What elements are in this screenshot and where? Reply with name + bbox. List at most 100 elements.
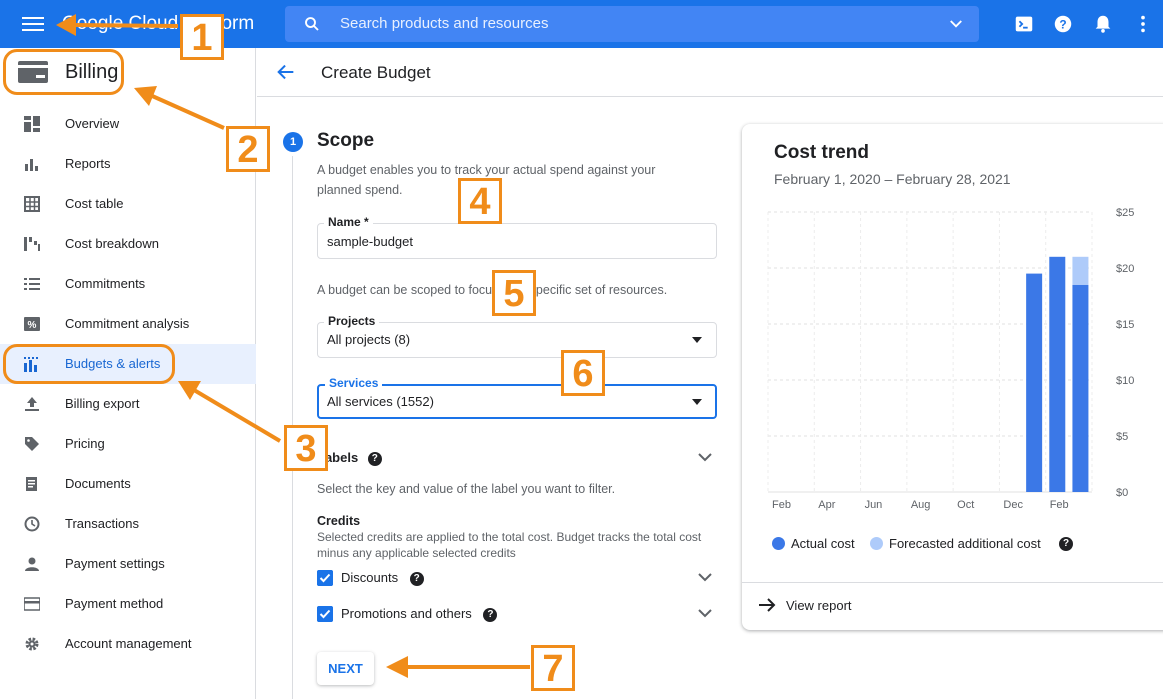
annotation-callout-3: 3 (284, 425, 328, 471)
promotions-row: Promotions and others ? (341, 606, 498, 622)
sidebar-item-cost-breakdown[interactable]: Cost breakdown (0, 224, 256, 264)
sidebar-item-label: Documents (65, 476, 131, 491)
sidebar-item-cost-table[interactable]: Cost table (0, 184, 256, 224)
back-arrow-icon[interactable] (275, 61, 297, 83)
search-icon (305, 17, 319, 31)
sidebar-item-label: Commitments (65, 276, 146, 291)
chart-y-tick-label: $10 (1116, 375, 1134, 387)
chart-bar-forecast (1072, 256, 1089, 285)
help-icon[interactable]: ? (409, 571, 424, 586)
sidebar-item-label: Overview (65, 116, 120, 131)
next-button[interactable]: NEXT (317, 652, 374, 685)
chevron-down-icon[interactable] (698, 450, 712, 464)
name-field-value: sample-budget (327, 234, 413, 249)
chart-x-tick-label: Aug (911, 499, 931, 511)
upload-icon (25, 397, 39, 411)
projects-select-value: All projects (8) (327, 332, 411, 347)
projects-select-label: Projects (324, 314, 380, 328)
menu-icon[interactable] (22, 14, 44, 34)
search-input[interactable]: Search products and resources (285, 6, 979, 42)
step-badge: 1 (283, 132, 303, 152)
help-icon[interactable]: ? (367, 451, 382, 466)
waterfall-icon (24, 237, 40, 251)
sidebar-item-label: Commitment analysis (65, 316, 190, 331)
sidebar-item-label: Cost table (65, 196, 124, 211)
svg-text:%: % (28, 320, 37, 331)
app-title[interactable]: Google Cloud Platform (62, 13, 254, 35)
sidebar-item-label: Cost breakdown (65, 236, 159, 251)
legend-actual-label: Actual cost (791, 536, 855, 551)
help-icon[interactable]: ? (483, 607, 498, 622)
sidebar-item-label: Payment settings (65, 556, 165, 571)
sidebar-item-commitment-analysis[interactable]: % Commitment analysis (0, 304, 256, 344)
sidebar-item-reports[interactable]: Reports (0, 144, 256, 184)
sidebar-item-label: Pricing (65, 436, 105, 451)
svg-text:?: ? (1059, 18, 1066, 32)
chart-y-tick-label: $0 (1116, 487, 1128, 499)
credits-description: Selected credits are applied to the tota… (317, 529, 701, 561)
projects-select[interactable]: Projects All projects (8) (317, 314, 717, 358)
name-field-label: Name * (324, 215, 373, 229)
discounts-label: Discounts (341, 570, 399, 585)
screenshot-root: Google Cloud Platform Search products an… (0, 0, 1163, 699)
annotation-ring-billing (3, 49, 124, 95)
annotation-callout-4: 4 (458, 178, 502, 224)
annotation-ring-budgets (3, 344, 175, 384)
sidebar-item-documents[interactable]: Documents (0, 464, 256, 504)
sidebar-item-label: Payment method (65, 596, 164, 611)
sidebar-item-billing-export[interactable]: Billing export (0, 384, 256, 424)
chevron-down-icon[interactable] (698, 570, 712, 584)
chart-bar-actual (1026, 273, 1043, 492)
more-vert-icon[interactable] (1132, 13, 1154, 35)
terminal-icon[interactable] (1013, 13, 1035, 35)
page-header: Create Budget (257, 48, 1163, 97)
services-select-value: All services (1552) (327, 394, 434, 409)
annotation-callout-1: 1 (180, 14, 224, 60)
sidebar-item-transactions[interactable]: Transactions (0, 504, 256, 544)
legend-actual-swatch (772, 537, 785, 550)
chart-y-tick-label: $15 (1116, 319, 1134, 331)
sidebar-item-account-management[interactable]: Account management (0, 624, 256, 664)
sidebar-item-pricing[interactable]: Pricing (0, 424, 256, 464)
chevron-down-icon[interactable] (698, 606, 712, 620)
sidebar-item-payment-settings[interactable]: Payment settings (0, 544, 256, 584)
gear-icon (25, 637, 39, 651)
services-select[interactable]: Services All services (1552) (317, 376, 717, 419)
chart-y-tick-label: $20 (1116, 263, 1134, 275)
discounts-checkbox[interactable] (317, 570, 333, 586)
person-icon (25, 557, 39, 571)
tag-icon (25, 437, 39, 451)
sidebar-item-commitments[interactable]: Commitments (0, 264, 256, 304)
chart-x-tick-label: Jun (865, 499, 883, 511)
help-icon[interactable]: ? (1052, 13, 1074, 35)
chart-x-tick-label: Dec (1003, 499, 1023, 511)
card-subtitle: February 1, 2020 – February 28, 2021 (774, 171, 1011, 187)
promotions-checkbox[interactable] (317, 606, 333, 622)
promotions-label: Promotions and others (341, 606, 472, 621)
sidebar-item-label: Account management (65, 636, 192, 651)
annotation-callout-5: 5 (492, 270, 536, 316)
sidebar-item-payment-method[interactable]: Payment method (0, 584, 256, 624)
chevron-down-icon[interactable] (947, 15, 965, 33)
name-field[interactable]: Name * sample-budget (317, 215, 717, 259)
chart-bar-actual (1072, 284, 1089, 492)
dropdown-arrow-icon (692, 399, 702, 405)
list-icon (24, 278, 40, 290)
chart-x-tick-label: Feb (772, 499, 791, 511)
bar-chart-icon (25, 159, 38, 171)
credits-description-line: Selected credits are applied to the tota… (317, 530, 702, 544)
page-title: Create Budget (321, 63, 431, 82)
annotation-callout-6: 6 (561, 350, 605, 396)
help-icon[interactable]: ? (1059, 537, 1073, 551)
sidebar-item-overview[interactable]: Overview (0, 104, 256, 144)
view-report-link[interactable]: View report (758, 594, 908, 618)
search-placeholder: Search products and resources (340, 15, 549, 32)
arrow-right-icon (759, 598, 776, 612)
chart-x-tick-label: Oct (957, 499, 974, 511)
sidebar-item-label: Billing export (65, 396, 140, 411)
sidebar-item-label: Transactions (65, 516, 139, 531)
dropdown-arrow-icon (692, 337, 702, 343)
labels-description: Select the key and value of the label yo… (317, 482, 616, 496)
bell-icon[interactable] (1092, 13, 1114, 35)
sidebar-item-label: Reports (65, 156, 111, 171)
